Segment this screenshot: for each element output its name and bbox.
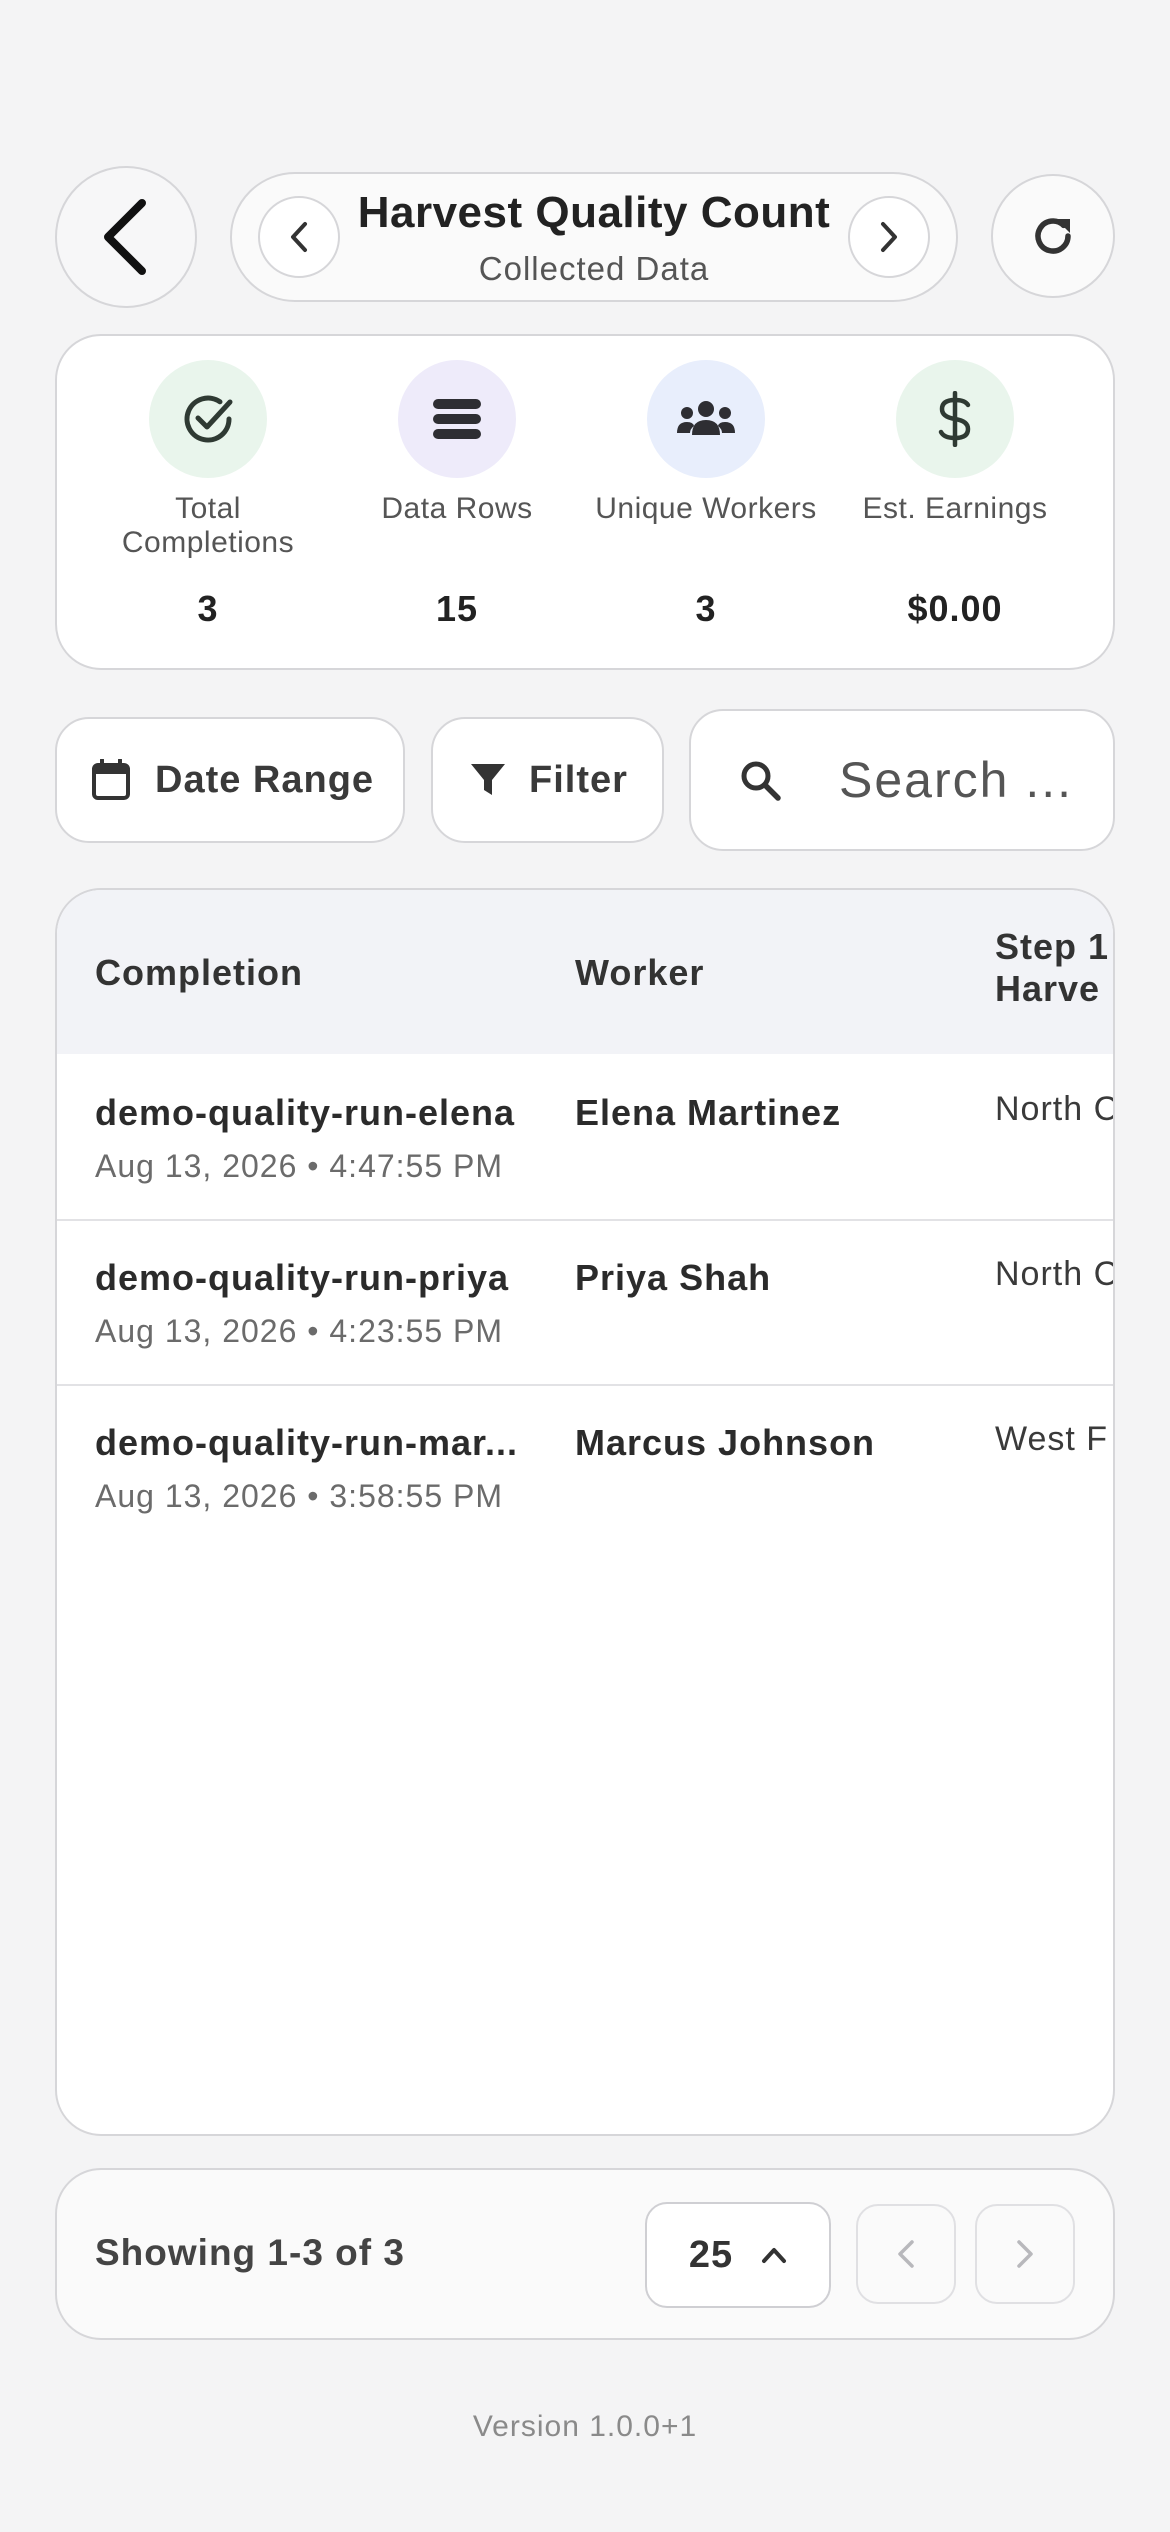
completion-id: demo-quality-run-priya — [95, 1257, 510, 1298]
calendar-icon — [92, 759, 130, 800]
back-button[interactable] — [55, 166, 197, 308]
filter-icon — [471, 764, 505, 795]
users-icon — [677, 401, 735, 435]
search-input[interactable] — [837, 750, 1081, 810]
page-subtitle: Collected Data — [478, 250, 710, 287]
step-value: North C — [995, 1255, 1115, 1293]
worker-name: Priya Shah — [575, 1257, 772, 1298]
column-header-step-1[interactable]: Step 1 Harve — [995, 926, 1109, 1010]
stat-label: Unique Workers — [595, 492, 817, 525]
step-value: North C — [995, 1090, 1115, 1128]
column-header-worker[interactable]: Worker — [575, 952, 704, 994]
chevron-right-icon — [1017, 2240, 1033, 2268]
page-size-select[interactable]: 25 — [645, 2202, 831, 2308]
stat-icon-bg — [398, 360, 516, 478]
version-label: Version 1.0.0+1 — [472, 2410, 698, 2443]
stat-label: Est. Earnings — [862, 492, 1048, 525]
chevron-left-icon — [104, 199, 146, 275]
dollar-icon — [938, 391, 971, 447]
stat-est-earnings: Est. Earnings $0.00 — [840, 360, 1070, 630]
check-circle-icon — [184, 395, 233, 443]
worker-name: Elena Martinez — [575, 1092, 842, 1133]
table-row[interactable]: demo-quality-run-priya Aug 13, 2026 • 4:… — [57, 1219, 1115, 1386]
completion-date: Aug 13, 2026 • 3:58:55 PM — [95, 1478, 504, 1514]
stat-value: 3 — [695, 588, 717, 629]
chevron-up-icon — [762, 2248, 787, 2263]
stat-icon-bg — [149, 360, 267, 478]
table-header: Completion Worker Step 1 Harve — [57, 890, 1113, 1054]
stats-card: Total Completions 3 Data Rows 15 Unique … — [55, 334, 1115, 670]
showing-count: Showing 1-3 of 3 — [95, 2232, 405, 2273]
next-page-button[interactable] — [975, 2204, 1075, 2304]
stat-label: Data Rows — [381, 492, 533, 525]
table-row[interactable]: demo-quality-run-mar... Aug 13, 2026 • 3… — [57, 1384, 1113, 1549]
search-icon — [741, 761, 781, 801]
survey-title-pill: Harvest Quality Count Collected Data — [230, 172, 958, 302]
stat-total-completions: Total Completions 3 — [93, 360, 323, 630]
completion-id: demo-quality-run-mar... — [95, 1422, 519, 1463]
stat-unique-workers: Unique Workers 3 — [591, 360, 821, 630]
previous-page-button[interactable] — [856, 2204, 956, 2304]
stat-icon-bg — [647, 360, 765, 478]
worker-name: Marcus Johnson — [575, 1422, 876, 1463]
date-range-button[interactable]: Date Range — [55, 717, 405, 843]
filter-button[interactable]: Filter — [431, 717, 664, 843]
chevron-left-icon — [898, 2240, 914, 2268]
column-header-completion[interactable]: Completion — [95, 952, 303, 994]
next-survey-button[interactable] — [848, 196, 930, 278]
step-value: West F — [995, 1420, 1109, 1458]
filter-label: Filter — [529, 758, 628, 801]
stat-value: 3 — [197, 588, 219, 629]
stat-data-rows: Data Rows 15 — [342, 360, 572, 630]
refresh-icon — [1035, 218, 1071, 254]
stat-value: 15 — [435, 588, 479, 629]
date-range-label: Date Range — [155, 758, 375, 801]
page-size-value: 25 — [688, 2233, 734, 2276]
completion-id: demo-quality-run-elena — [95, 1092, 516, 1133]
search-box[interactable] — [689, 709, 1115, 851]
stat-label: Total Completions — [121, 492, 295, 559]
pagination-bar: Showing 1-3 of 3 25 — [55, 2168, 1115, 2340]
refresh-button[interactable] — [991, 174, 1115, 298]
data-table: Completion Worker Step 1 Harve demo-qual… — [55, 888, 1115, 2136]
completion-date: Aug 13, 2026 • 4:23:55 PM — [95, 1313, 504, 1349]
table-row[interactable]: demo-quality-run-elena Aug 13, 2026 • 4:… — [57, 1054, 1115, 1221]
rows-icon — [433, 399, 481, 439]
stat-value: $0.00 — [907, 588, 1003, 629]
completion-date: Aug 13, 2026 • 4:47:55 PM — [95, 1148, 504, 1184]
stat-icon-bg — [896, 360, 1014, 478]
chevron-right-icon — [881, 222, 897, 252]
